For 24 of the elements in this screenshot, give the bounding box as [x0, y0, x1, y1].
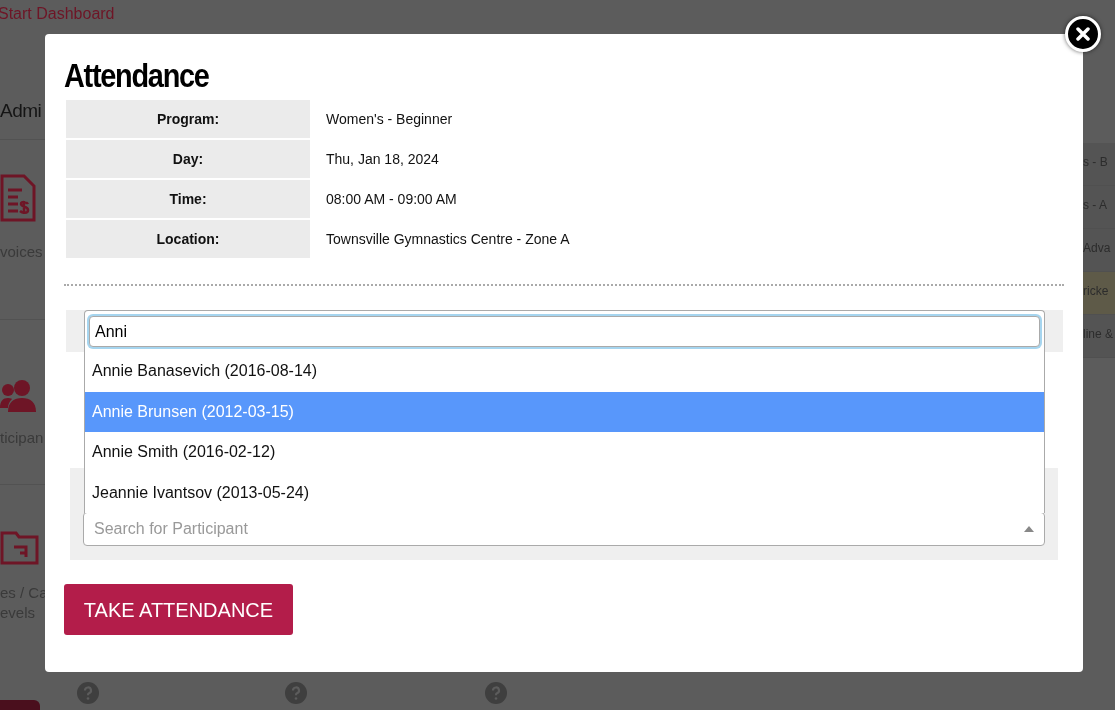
people-icon	[0, 378, 36, 414]
detail-label: Day:	[66, 140, 310, 178]
caret-icon	[1024, 526, 1034, 532]
dropdown-option[interactable]: Annie Brunsen (2012-03-15)	[85, 391, 1044, 432]
detail-value: Women's - Beginner	[325, 109, 454, 129]
help-icon[interactable]	[485, 681, 507, 704]
help-icon[interactable]	[77, 681, 99, 704]
dropdown-option[interactable]: Annie Smith (2016-02-12)	[85, 432, 1044, 473]
detail-label: Program:	[66, 100, 310, 138]
participant-select[interactable]: Search for Participant	[83, 512, 1045, 546]
dropdown-option[interactable]: Jeannie Ivantsov (2013-05-24)	[85, 472, 1044, 513]
search-field[interactable]: Anni	[89, 316, 1040, 347]
modal-title: Attendance	[64, 58, 209, 92]
invoice-icon	[0, 174, 36, 222]
detail-value: Thu, Jan 18, 2024	[325, 149, 440, 169]
detail-label: Time:	[66, 180, 310, 218]
help-icon[interactable]	[285, 681, 307, 704]
take-attendance-button[interactable]: TAKE ATTENDANCE	[64, 584, 293, 635]
close-button[interactable]	[1065, 16, 1101, 52]
detail-label: Location:	[66, 220, 310, 258]
close-icon	[1076, 27, 1090, 41]
dropdown-option[interactable]: Annie Banasevich (2016-08-14)	[85, 351, 1044, 392]
detail-value: Townsville Gymnastics Centre - Zone A	[325, 229, 571, 249]
detail-value: 08:00 AM - 09:00 AM	[325, 189, 458, 209]
